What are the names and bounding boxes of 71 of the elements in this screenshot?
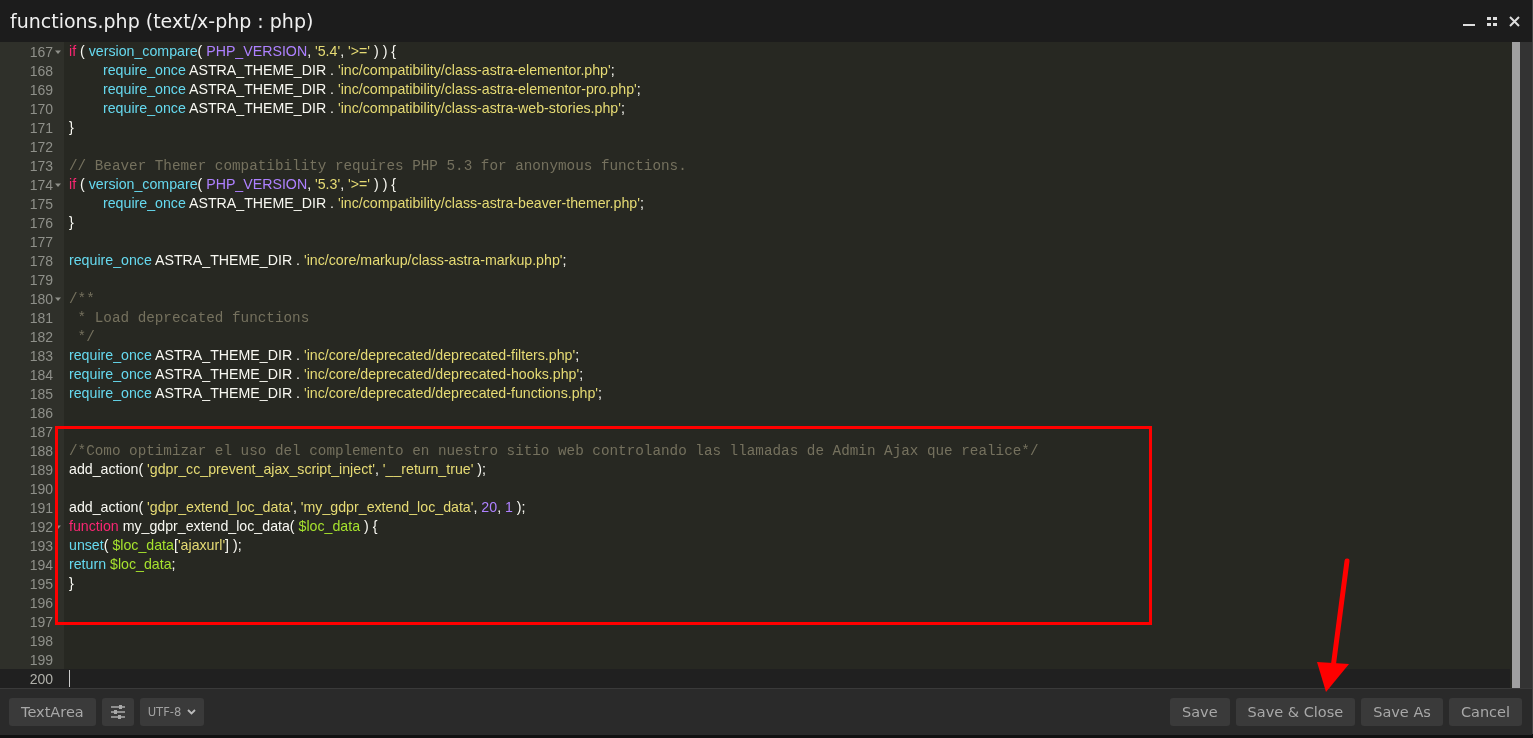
code-line: if ( version_compare( PHP_VERSION, '5.3', '>=' ) ) { [68,175,398,194]
line-number: 180 [29,290,53,307]
text-cursor [69,670,70,687]
code-line: require_once ASTRA_THEME_DIR . 'inc/compatibility/class-astra-elementor-pro.php'; [102,80,642,99]
line-number: 177 [29,233,53,250]
code-line: add_action( 'gdpr_extend_loc_data', 'my_gdpr_extend_loc_data', 20, 1 ); [68,498,527,517]
code-line: if ( version_compare( PHP_VERSION, '5.4', '>=' ) ) { [68,42,398,61]
line-number: 186 [29,404,53,421]
close-icon[interactable] [1509,15,1520,27]
line-number: 178 [29,252,53,269]
line-number: 183 [29,347,53,364]
line-number: 181 [29,309,53,326]
code-line: unset( $loc_data['ajaxurl'] ); [68,536,243,555]
code-line: } [68,213,75,232]
line-number: 174 [29,176,53,193]
line-number: 169 [29,81,53,98]
code-line: require_once ASTRA_THEME_DIR . 'inc/core/deprecated/deprecated-hooks.php'; [68,365,585,384]
footer-button[interactable]: Save As [1361,698,1443,726]
code-line: // Beaver Themer compatibility requires PHP 5.3 for anonymous functions. [68,157,688,175]
line-number: 196 [29,594,53,611]
line-number: 194 [29,556,53,573]
code-line: function my_gdpr_extend_loc_data( $loc_data ) { [68,517,379,536]
code-line: /*Como optimizar el uso del complemento en nuestro sitio web controlando las llamadas de Admin Ajax que realice*/ [68,442,1040,460]
code-line: return $loc_data; [68,555,177,574]
code-line: */ [76,328,96,346]
line-number: 190 [29,480,53,497]
code-line: require_once ASTRA_THEME_DIR . 'inc/compatibility/class-astra-web-stories.php'; [102,99,626,118]
encoding-select[interactable]: UTF-8 [139,698,205,726]
line-number: 184 [29,366,53,383]
line-number: 179 [29,271,53,288]
mode-button[interactable]: TextArea [9,698,96,726]
line-number: 176 [29,214,53,231]
line-number: 173 [29,157,53,174]
code-line: /** [68,290,96,308]
line-number: 198 [29,632,53,649]
line-number: 195 [29,575,53,592]
code-line: require_once ASTRA_THEME_DIR . 'inc/core/deprecated/deprecated-functions.php'; [68,384,604,403]
line-number: 170 [29,100,53,117]
footer-button[interactable]: Save [1169,698,1230,726]
code-line: require_once ASTRA_THEME_DIR . 'inc/compatibility/class-astra-beaver-themer.php'; [102,194,645,213]
line-number: 192 [29,518,53,535]
line-number: 199 [29,651,53,668]
line-number: 182 [29,328,53,345]
line-number: 189 [29,461,53,478]
line-number: 168 [29,62,53,79]
line-number: 188 [29,442,53,459]
line-number: 200 [29,670,53,687]
restore-icon[interactable] [1487,16,1497,26]
line-number: 187 [29,423,53,440]
code-line: require_once ASTRA_THEME_DIR . 'inc/compatibility/class-astra-elementor.php'; [102,61,616,80]
caret-icon [187,709,197,715]
settings-button[interactable] [101,698,134,726]
code-line: add_action( 'gdpr_cc_prevent_ajax_script_inject', '__return_true' ); [68,460,488,479]
line-number: 172 [29,138,53,155]
line-number: 175 [29,195,53,212]
line-number: 171 [29,119,53,136]
scrollbar-thumb[interactable] [1512,42,1520,688]
window-title: functions.php (text/x-php : php) [10,10,314,32]
line-number: 167 [29,43,53,60]
code-line: } [68,574,75,593]
footer-button[interactable]: Save & Close [1235,698,1356,726]
code-line: require_once ASTRA_THEME_DIR . 'inc/core/markup/class-astra-markup.php'; [68,251,568,270]
line-number: 193 [29,537,53,554]
code-line: } [68,118,75,137]
line-number: 191 [29,499,53,516]
code-line: require_once ASTRA_THEME_DIR . 'inc/core/deprecated/deprecated-filters.php'; [68,346,581,365]
sliders-icon [109,705,126,719]
code-line: * Load deprecated functions [76,309,311,327]
line-number: 185 [29,385,53,402]
footer-button[interactable]: Cancel [1448,698,1522,726]
line-number: 197 [29,613,53,630]
